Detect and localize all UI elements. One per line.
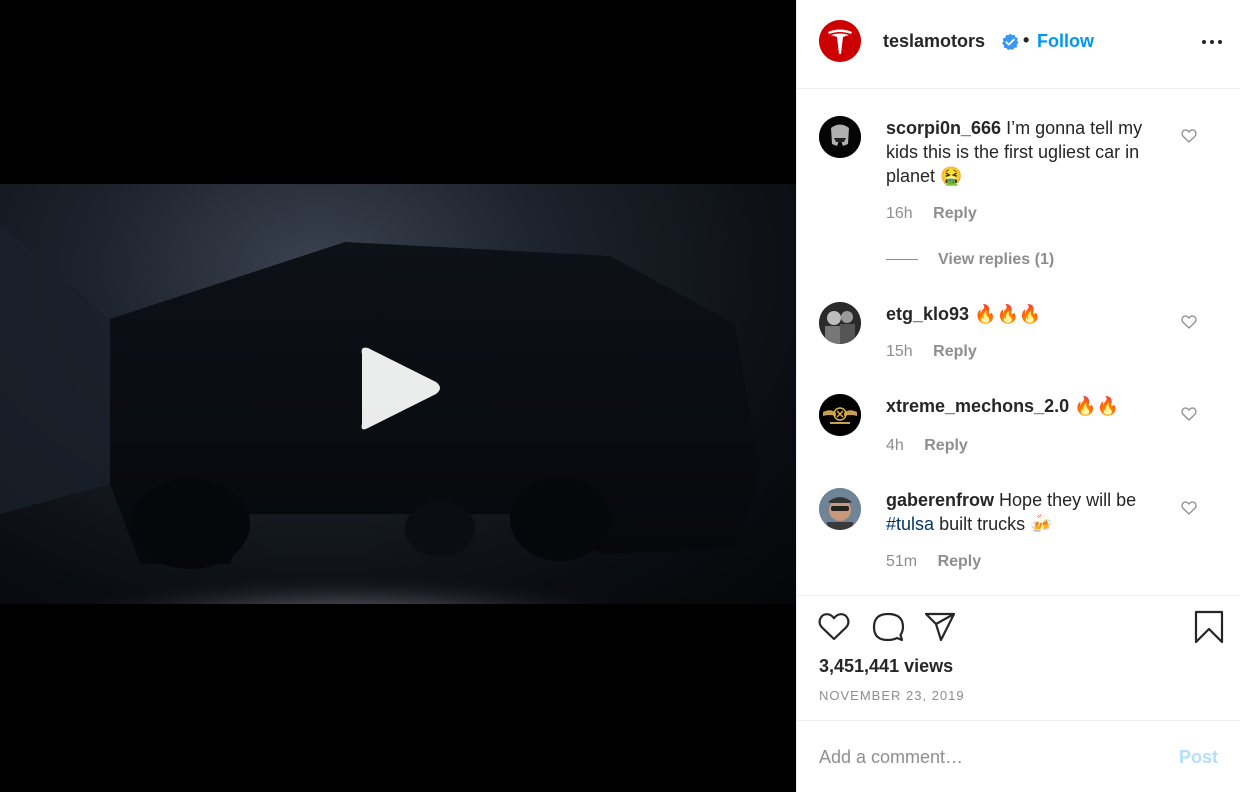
skull-avatar-icon bbox=[819, 116, 861, 158]
reply-button[interactable]: Reply bbox=[924, 437, 968, 454]
comment-username[interactable]: xtreme_mechons_2.0 bbox=[886, 396, 1069, 416]
photo-avatar-icon bbox=[819, 302, 861, 344]
view-replies-label: View replies (1) bbox=[938, 251, 1055, 268]
comment-text: 🔥🔥🔥 bbox=[974, 304, 1042, 324]
comment-body: scorpi0n_666 I’m gonna tell my kids this… bbox=[886, 116, 1176, 188]
post-sidebar: teslamotors • Follow scorpi0n_666 I’m go… bbox=[796, 0, 1240, 792]
comment-like-icon[interactable] bbox=[1181, 500, 1197, 516]
play-button[interactable] bbox=[350, 340, 450, 440]
reply-button[interactable]: Reply bbox=[938, 553, 982, 570]
view-replies-button[interactable]: View replies (1) bbox=[886, 251, 1054, 269]
comment-username[interactable]: etg_klo93 bbox=[886, 304, 969, 324]
hashtag-link[interactable]: #tulsa bbox=[886, 514, 934, 534]
comment-meta: 4h Reply bbox=[886, 437, 968, 455]
post-date: NOVEMBER 23, 2019 bbox=[819, 688, 965, 703]
comment-username[interactable]: scorpi0n_666 bbox=[886, 118, 1001, 138]
comment-text: 🔥🔥 bbox=[1074, 396, 1119, 416]
comment-like-icon[interactable] bbox=[1181, 406, 1197, 422]
comment-text-start: Hope they will be bbox=[999, 490, 1137, 510]
photo-avatar-icon bbox=[819, 488, 861, 530]
comment-time: 16h bbox=[886, 205, 913, 222]
reply-button[interactable]: Reply bbox=[933, 205, 977, 222]
comment-username[interactable]: gaberenfrow bbox=[886, 490, 994, 510]
commenter-avatar[interactable] bbox=[819, 116, 861, 158]
comment-meta: 51m Reply bbox=[886, 553, 981, 571]
comment-body: gaberenfrow Hope they will be #tulsa bui… bbox=[886, 488, 1176, 536]
comment-body: xtreme_mechons_2.0 🔥🔥 bbox=[886, 394, 1176, 418]
comment-like-icon[interactable] bbox=[1181, 314, 1197, 330]
comments-list[interactable]: scorpi0n_666 I’m gonna tell my kids this… bbox=[797, 90, 1240, 595]
comment-input[interactable] bbox=[819, 744, 1159, 770]
header-separator: • bbox=[1023, 30, 1030, 50]
comment-time: 51m bbox=[886, 553, 918, 570]
comment-meta: 16h Reply bbox=[886, 205, 977, 223]
comment-like-icon[interactable] bbox=[1181, 128, 1197, 144]
replies-divider bbox=[886, 259, 918, 261]
verified-badge-icon bbox=[1002, 33, 1019, 51]
video-player[interactable] bbox=[0, 0, 796, 792]
like-heart-icon[interactable] bbox=[817, 610, 851, 644]
commenter-avatar[interactable] bbox=[819, 302, 861, 344]
more-options-icon[interactable] bbox=[1197, 30, 1227, 54]
commenter-avatar[interactable] bbox=[819, 394, 861, 436]
post-header: teslamotors • Follow bbox=[797, 0, 1240, 89]
play-icon bbox=[361, 347, 440, 430]
comment-meta: 15h Reply bbox=[886, 343, 977, 361]
author-avatar[interactable] bbox=[819, 20, 861, 62]
comment-time: 4h bbox=[886, 437, 904, 454]
share-send-icon[interactable] bbox=[923, 610, 957, 644]
comment-body: etg_klo93 🔥🔥🔥 bbox=[886, 302, 1176, 326]
follow-button[interactable]: Follow bbox=[1037, 31, 1094, 52]
author-username[interactable]: teslamotors bbox=[883, 31, 985, 52]
commenter-avatar[interactable] bbox=[819, 488, 861, 530]
post-comment-button[interactable]: Post bbox=[1179, 747, 1218, 768]
winged-logo-icon bbox=[819, 394, 861, 436]
comment-text-end: built trucks 🍻 bbox=[939, 514, 1053, 534]
view-count: 3,451,441 views bbox=[819, 656, 954, 676]
reply-button[interactable]: Reply bbox=[933, 343, 977, 360]
comment-bubble-icon[interactable] bbox=[871, 610, 905, 644]
tesla-logo-icon bbox=[819, 20, 861, 62]
comment-time: 15h bbox=[886, 343, 913, 360]
bookmark-save-icon[interactable] bbox=[1192, 610, 1226, 644]
add-comment-bar: Post bbox=[797, 722, 1240, 792]
post-actions: 3,451,441 views NOVEMBER 23, 2019 bbox=[797, 595, 1240, 721]
